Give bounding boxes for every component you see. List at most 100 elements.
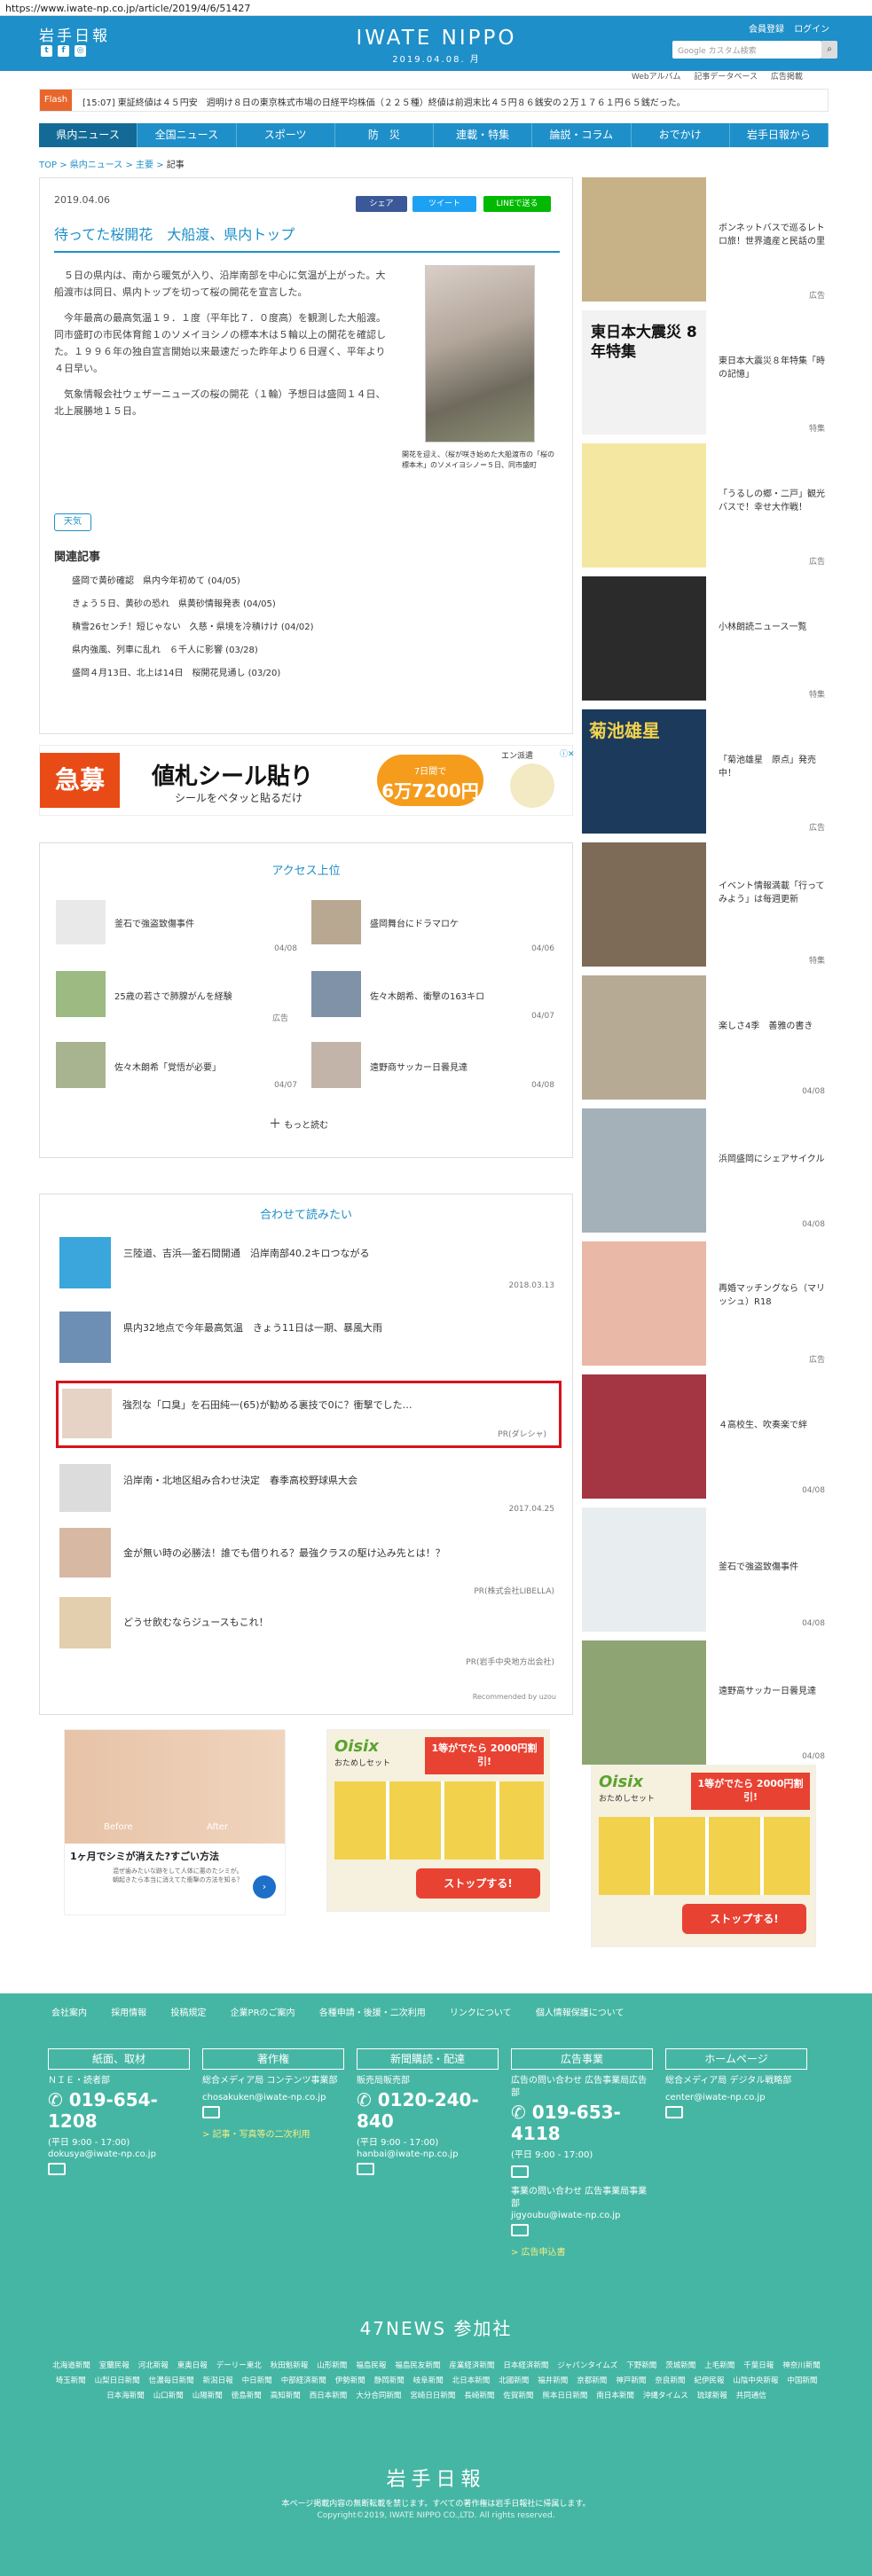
paper-link[interactable]: 岐阜新聞 (413, 2376, 444, 2385)
recommend-title[interactable]: どうせ飲むならジュースもこれ！ (123, 1615, 269, 1629)
paper-link[interactable]: 長崎新聞 (464, 2392, 494, 2400)
paper-link[interactable]: 大分合同新聞 (356, 2392, 401, 2400)
sidebar-text[interactable]: 再婚マッチングなら（マリッシュ）R18 (719, 1282, 825, 1309)
rank-title[interactable]: 釜石で強盗致傷事件 (114, 916, 194, 929)
mail-icon[interactable] (665, 2106, 683, 2118)
paper-link[interactable]: 南日本新聞 (596, 2392, 634, 2400)
sidebar-image[interactable] (582, 842, 706, 967)
paper-link[interactable]: 北國新聞 (499, 2376, 529, 2385)
nav-column[interactable]: 論説・コラム (532, 123, 632, 147)
sidebar-image[interactable]: 菊池雄星 (582, 709, 706, 834)
paper-link[interactable]: 北海道新聞 (52, 2361, 90, 2370)
related-item[interactable]: 盛岡で黄砂確認 県内今年初めて (04/05) (72, 570, 314, 593)
facebook-share-button[interactable]: シェア (356, 196, 407, 212)
rank-thumb[interactable] (56, 971, 106, 1017)
paper-link[interactable]: 福島民友新聞 (395, 2361, 440, 2370)
footer-mail[interactable]: dokusya@iwate-np.co.jp (48, 2149, 190, 2159)
mail-icon[interactable] (357, 2163, 374, 2175)
recommend-title[interactable]: 強烈な「口臭」を石田純一(65)が勧める裏技で0に？衝撃でした… (122, 1398, 412, 1412)
instagram-icon[interactable]: ◎ (75, 45, 86, 57)
crumb-local[interactable]: 県内ニュース (70, 161, 123, 170)
rank-thumb[interactable] (311, 1042, 361, 1088)
paper-link[interactable]: 山形新聞 (317, 2361, 347, 2370)
twitter-icon[interactable]: t (41, 45, 52, 57)
paper-link[interactable]: 産業経済新聞 (449, 2361, 494, 2370)
sidebar-image[interactable] (582, 1374, 706, 1499)
rank-title[interactable]: 盛岡舞台にドラマロケ (370, 916, 459, 929)
paper-link[interactable]: 中日新聞 (242, 2376, 272, 2385)
subnav-ads[interactable]: 広告掲載 (771, 73, 803, 82)
footer-secondary-link[interactable]: > 記事・写真等の二次利用 (202, 2126, 344, 2140)
sidebar-image[interactable]: 東日本大震災 8年特集 (582, 310, 706, 435)
brand-title[interactable]: IWATE NIPPO 2019.04.08. 月 (348, 27, 525, 65)
paper-link[interactable]: 京都新聞 (577, 2376, 607, 2385)
paper-link[interactable]: 福島民報 (356, 2361, 386, 2370)
paper-link[interactable]: ジャパンタイムズ (557, 2361, 617, 2370)
sidebar-image[interactable] (582, 975, 706, 1100)
facebook-icon[interactable]: f (58, 45, 69, 57)
paper-link[interactable]: 千葉日報 (743, 2361, 774, 2370)
paper-link[interactable]: 共同通信 (736, 2392, 766, 2400)
recommend-title[interactable]: 沿岸南・北地区組み合わせ決定 春季高校野球県大会 (123, 1473, 357, 1487)
nav-outing[interactable]: おでかけ (632, 123, 730, 147)
paper-link[interactable]: 沖縄タイムス (643, 2392, 688, 2400)
paper-link[interactable]: 山梨日日新聞 (95, 2376, 140, 2385)
line-share-button[interactable]: LINEで送る (483, 196, 551, 212)
subnav-database[interactable]: 記事データベース (694, 73, 758, 82)
sidebar-image[interactable] (582, 443, 706, 568)
paper-link[interactable]: 高知新聞 (271, 2392, 301, 2400)
sidebar-text[interactable]: 「うるしの郷・二戸」観光バスで！幸せ大作戦！ (719, 488, 825, 514)
paper-link[interactable]: 中国新聞 (787, 2376, 817, 2385)
search-input[interactable]: Google カスタム検索 (672, 41, 821, 59)
oisix-stop-button[interactable]: ストップする! (416, 1868, 540, 1899)
sidebar-text[interactable]: 東日本大震災８年特集「時の記憶」 (719, 355, 825, 381)
paper-link[interactable]: 福井新聞 (538, 2376, 568, 2385)
login-link[interactable]: ログイン (794, 25, 829, 35)
paper-link[interactable]: 河北新報 (138, 2361, 169, 2370)
paper-link[interactable]: 中部経済新聞 (281, 2376, 326, 2385)
related-item[interactable]: 積雪26センチ！短じゃない 久慈・県境を冷積けけ (04/02) (72, 616, 314, 639)
footer-link[interactable]: 会社案内 (51, 2008, 87, 2018)
paper-link[interactable]: 熊本日日新聞 (542, 2392, 587, 2400)
paper-link[interactable]: 埼玉新聞 (56, 2376, 86, 2385)
subnav-album[interactable]: Webアルバム (632, 73, 681, 82)
rank-thumb[interactable] (311, 971, 361, 1017)
footer-link[interactable]: 個人情報保護について (536, 2008, 625, 2018)
sidebar-text[interactable]: 「菊池雄星 原点」発売中！ (719, 754, 825, 780)
footer-mail[interactable]: chosakuken@iwate-np.co.jp (202, 2093, 344, 2102)
sidebar-image[interactable] (582, 1640, 706, 1765)
tweet-button[interactable]: ツイート (412, 196, 476, 212)
sidebar-image[interactable] (582, 1507, 706, 1632)
nav-disaster[interactable]: 防 災 (335, 123, 434, 147)
highlighted-recommend[interactable]: 強烈な「口臭」を石田純一(65)が勧める裏技で0に？衝撃でした… PR(ダレシャ… (56, 1381, 562, 1448)
sidebar-text[interactable]: 遠野高サッカー日曇見達 (719, 1685, 825, 1698)
oisix-stop-button[interactable]: ストップする! (682, 1904, 806, 1934)
sidebar-text[interactable]: 浜岡盛岡にシェアサイクル (719, 1153, 825, 1166)
chevron-right-icon[interactable]: › (253, 1875, 276, 1899)
paper-link[interactable]: 神奈川新聞 (782, 2361, 821, 2370)
footer-link[interactable]: 企業PRのご案内 (231, 2008, 295, 2018)
banner-ad[interactable]: 急募 値札シール貼り シールをペタッと貼るだけ 7日間で 6万7200円 エン派遣… (39, 745, 575, 816)
sidebar-image[interactable] (582, 177, 706, 301)
rank-thumb[interactable] (56, 1042, 106, 1088)
recommend-thumb[interactable] (59, 1528, 111, 1578)
recommend-title[interactable]: 金が無い時の必勝法！誰でも借りれる？最強クラスの駆け込み先とは！？ (123, 1546, 445, 1560)
footer-link[interactable]: 投稿規定 (170, 2008, 206, 2018)
paper-link[interactable]: 日本海新聞 (106, 2392, 145, 2400)
phone-number[interactable]: ✆ 0120-240-840 (357, 2089, 499, 2132)
sidebar-image[interactable] (582, 576, 706, 701)
paper-link[interactable]: 室蘭民報 (99, 2361, 130, 2370)
nav-sports[interactable]: スポーツ (237, 123, 335, 147)
paper-link[interactable]: 徳島新聞 (232, 2392, 262, 2400)
paper-link[interactable]: 山口新聞 (153, 2392, 184, 2400)
footer-secondary-link[interactable]: > 広告申込書 (511, 2244, 653, 2258)
crumb-main[interactable]: 主要 (136, 161, 153, 170)
rank-title[interactable]: 25歳の若さで肺腺がんを経験 (114, 989, 232, 1002)
recommend-thumb[interactable] (62, 1389, 112, 1438)
register-link[interactable]: 会員登録 (749, 25, 784, 35)
sidebar-text[interactable]: ４高校生、吹奏楽で絆 (719, 1419, 825, 1432)
paper-link[interactable]: 信濃毎日新聞 (149, 2376, 194, 2385)
weather-tag[interactable]: 天気 (54, 513, 91, 531)
paper-link[interactable]: 西日本新聞 (310, 2392, 348, 2400)
phone-number[interactable]: ✆ 019-654-1208 (48, 2089, 190, 2132)
